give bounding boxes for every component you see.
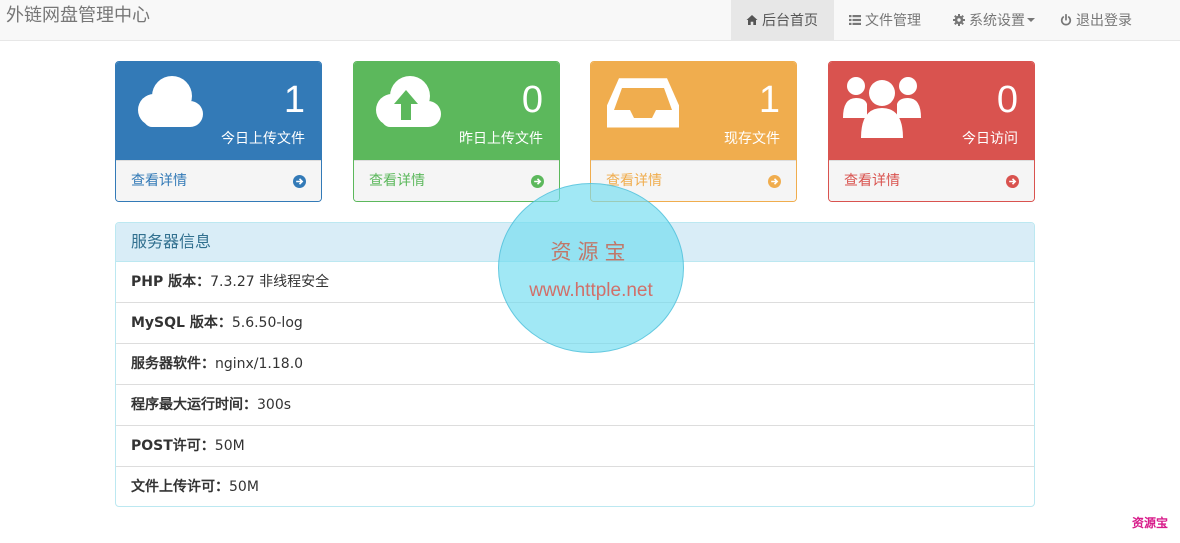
stat-label: 现存文件 (724, 131, 780, 147)
stat-count: 1 (758, 79, 780, 121)
main-nav: 后台首页 文件管理 系统设置 退出登录 (731, 0, 1180, 41)
list-icon (849, 15, 861, 25)
brand-title[interactable]: 外链网盘管理中心 (6, 5, 150, 27)
nav-item-label: 后台首页 (762, 13, 818, 29)
caret-down-icon (1027, 18, 1035, 22)
info-value: nginx/1.18.0 (215, 356, 304, 372)
inbox-icon (607, 78, 679, 128)
info-key: 服务器软件： (131, 356, 215, 372)
corner-watermark: 资源宝 (1131, 516, 1168, 530)
nav-item-label: 文件管理 (865, 13, 921, 29)
info-row-post-limit: POST许可：50M (116, 426, 1034, 467)
info-key: MySQL 版本： (131, 315, 232, 331)
view-details-link[interactable]: 查看详情 (829, 160, 1034, 201)
cloud-upload-icon (376, 76, 441, 127)
nav-item-files[interactable]: 文件管理 (834, 0, 938, 40)
nav-item-logout[interactable]: 退出登录 (1051, 0, 1180, 40)
users-icon (843, 77, 921, 138)
arrow-circle-right-icon (531, 175, 544, 188)
nav-item-label: 退出登录 (1076, 13, 1132, 29)
arrow-circle-right-icon (1006, 175, 1019, 188)
arrow-circle-right-icon (293, 175, 306, 188)
stat-panel-today-visits: 0 今日访问 查看详情 (828, 61, 1035, 202)
view-details-label: 查看详情 (844, 173, 900, 189)
stat-label: 昨日上传文件 (459, 131, 543, 147)
info-value: 300s (257, 397, 292, 413)
info-value: 50M (229, 479, 259, 495)
gear-icon (953, 14, 965, 26)
view-details-label: 查看详情 (369, 173, 425, 189)
arrow-circle-right-icon (768, 175, 781, 188)
stat-panel-stored-files: 1 现存文件 查看详情 (590, 61, 797, 202)
stat-count: 0 (521, 79, 543, 121)
watermark-circle: 资源宝 www.httple.net (498, 183, 684, 353)
stat-panel-heading: 1 今日上传文件 (116, 62, 321, 160)
stat-label: 今日上传文件 (221, 131, 305, 147)
home-icon (746, 15, 758, 25)
view-details-link[interactable]: 查看详情 (354, 160, 559, 201)
watermark-url: www.httple.net (529, 280, 653, 301)
info-key: PHP 版本： (131, 274, 211, 290)
nav-item-settings[interactable]: 系统设置 (938, 0, 1051, 40)
stat-count: 0 (996, 79, 1018, 121)
cloud-icon (138, 76, 203, 127)
info-row-max-execution-time: 程序最大运行时间：300s (116, 385, 1034, 426)
stat-panel-heading: 0 昨日上传文件 (354, 62, 559, 160)
stat-panel-today-uploads: 1 今日上传文件 查看详情 (115, 61, 322, 202)
info-key: 程序最大运行时间： (131, 397, 257, 413)
stat-count: 1 (283, 79, 305, 121)
info-key: POST许可： (131, 438, 215, 454)
info-row-upload-limit: 文件上传许可：50M (116, 467, 1034, 506)
watermark-title: 资源宝 (550, 240, 632, 264)
nav-item-label: 系统设置 (969, 13, 1025, 29)
info-value: 7.3.27 非线程安全 (210, 274, 330, 290)
stat-label: 今日访问 (962, 131, 1018, 147)
power-icon (1060, 14, 1072, 26)
view-details-link[interactable]: 查看详情 (116, 160, 321, 201)
view-details-label: 查看详情 (131, 173, 187, 189)
stat-panel-heading: 1 现存文件 (591, 62, 796, 160)
info-value: 50M (214, 438, 245, 454)
stat-panel-heading: 0 今日访问 (829, 62, 1034, 160)
nav-item-home[interactable]: 后台首页 (731, 0, 834, 40)
stat-panel-yesterday-uploads: 0 昨日上传文件 查看详情 (353, 61, 560, 202)
top-navbar: 外链网盘管理中心 后台首页 文件管理 系统设置 退出登录 (0, 0, 1180, 41)
info-key: 文件上传许可： (131, 479, 229, 495)
info-value: 5.6.50-log (231, 315, 303, 331)
